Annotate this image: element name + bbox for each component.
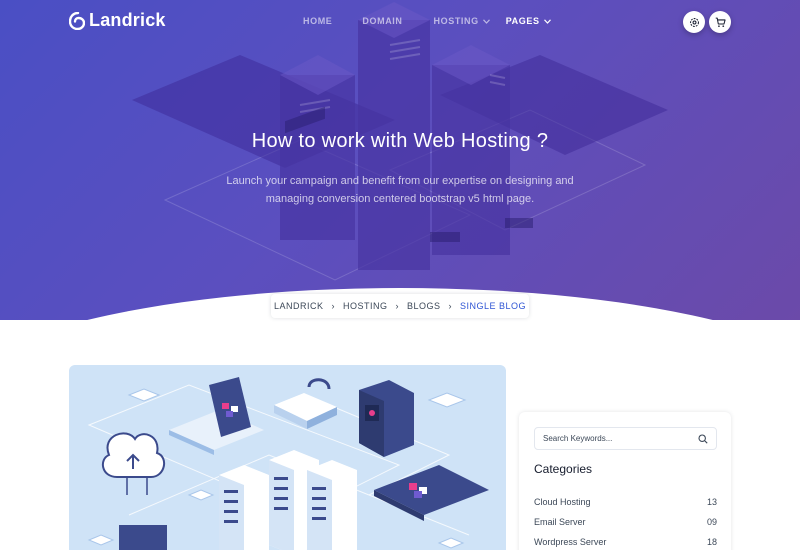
- cart-button[interactable]: [709, 11, 731, 33]
- category-name: Cloud Hosting: [534, 497, 591, 507]
- brand-logo[interactable]: Landrick: [69, 10, 166, 31]
- category-count: 18: [706, 537, 717, 547]
- breadcrumb-landrick[interactable]: LANDRICK: [274, 301, 324, 311]
- breadcrumb-separator-icon: ›: [448, 301, 452, 311]
- category-wordpress-server[interactable]: Wordpress Server 18: [534, 532, 717, 550]
- main-nav: HOME DOMAIN HOSTING PAGES: [303, 16, 551, 26]
- nav-home-label: HOME: [303, 16, 333, 26]
- navbar: Landrick HOME DOMAIN HOSTING PAGES: [0, 0, 800, 44]
- category-email-server[interactable]: Email Server 09: [534, 512, 717, 532]
- category-count: 09: [706, 517, 717, 527]
- settings-icon: [689, 17, 699, 27]
- nav-hosting[interactable]: HOSTING: [434, 16, 490, 26]
- breadcrumb-blogs[interactable]: BLOGS: [407, 301, 441, 311]
- categories-list: Cloud Hosting 13 Email Server 09 Wordpre…: [534, 492, 717, 550]
- server-illustration: [132, 2, 668, 281]
- category-cloud-hosting[interactable]: Cloud Hosting 13: [534, 492, 717, 512]
- nav-home[interactable]: HOME: [303, 16, 332, 26]
- chevron-down-icon: [543, 18, 551, 24]
- blog-feature-image: [69, 365, 506, 550]
- nav-domain[interactable]: DOMAIN: [362, 16, 402, 26]
- breadcrumb-separator-icon: ›: [331, 301, 335, 311]
- category-name: Email Server: [534, 517, 586, 527]
- sidebar-widget: Categories Cloud Hosting 13 Email Server…: [519, 412, 731, 550]
- nav-pages[interactable]: PAGES: [506, 16, 551, 26]
- settings-button[interactable]: [683, 11, 705, 33]
- breadcrumb-hosting[interactable]: HOSTING: [343, 301, 388, 311]
- page-subtitle: Launch your campaign and benefit from ou…: [226, 175, 574, 205]
- nav-domain-label: DOMAIN: [362, 16, 403, 26]
- hero-section: [0, 0, 800, 320]
- breadcrumb-separator-icon: ›: [395, 301, 399, 311]
- breadcrumb-current: SINGLE BLOG: [460, 301, 527, 311]
- category-count: 13: [706, 497, 717, 507]
- page-title: How to work with Web Hosting ?: [251, 130, 549, 152]
- chevron-down-icon: [482, 18, 490, 24]
- nav-hosting-label: HOSTING: [433, 16, 479, 26]
- search-icon[interactable]: [698, 433, 708, 444]
- logo-icon: [69, 11, 85, 30]
- categories-heading: Categories: [534, 462, 593, 476]
- network-illustration: [87, 377, 489, 550]
- category-name: Wordpress Server: [534, 537, 607, 547]
- shopping-cart-icon: [715, 17, 726, 27]
- search-input[interactable]: [535, 428, 698, 449]
- breadcrumb: LANDRICK › HOSTING › BLOGS › SINGLE BLOG: [271, 294, 529, 318]
- search-box: [534, 427, 717, 450]
- brand-name: Landrick: [89, 10, 166, 30]
- nav-pages-label: PAGES: [505, 16, 540, 26]
